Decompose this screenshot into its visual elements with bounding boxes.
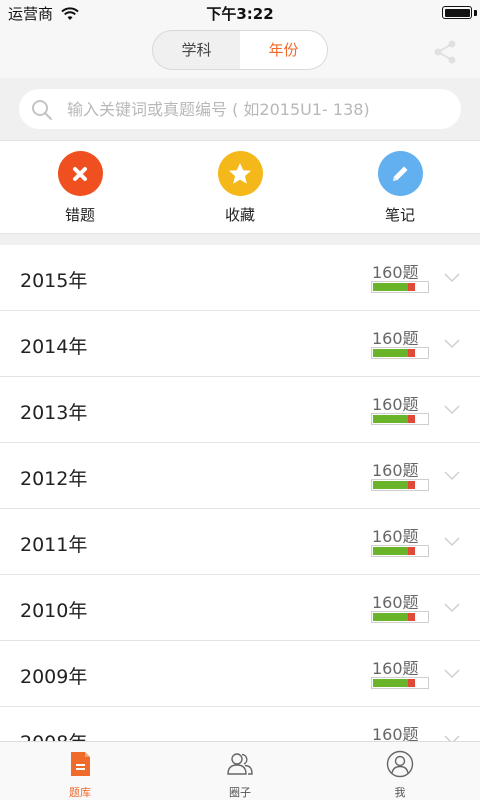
question-count: 160题 — [372, 725, 419, 741]
question-count: 160题 — [372, 461, 419, 480]
year-label: 2012年 — [20, 468, 88, 490]
year-label: 2015年 — [20, 270, 88, 292]
quick-action-favorites[interactable]: 收藏 — [195, 151, 285, 225]
chevron-down-icon[interactable] — [443, 469, 461, 481]
tab-circle[interactable]: 圈子 — [160, 742, 320, 800]
search-input[interactable] — [67, 89, 452, 129]
question-count: 160题 — [372, 329, 419, 348]
star-icon — [217, 151, 263, 196]
group-icon — [227, 753, 253, 775]
year-row[interactable]: 2013年 160题 — [0, 377, 480, 443]
year-list: 2015年 160题 2014年 160题 2013年 160题 2012年 1… — [0, 245, 480, 741]
quick-action-label: 收藏 — [224, 206, 255, 224]
year-row[interactable]: 2011年 160题 — [0, 509, 480, 575]
pencil-icon — [377, 151, 423, 196]
year-label: 2014年 — [20, 336, 88, 358]
tab-me[interactable]: 我 — [320, 742, 480, 800]
chevron-down-icon[interactable] — [443, 337, 461, 349]
segmented-control: 学科 年份 — [152, 30, 328, 70]
quick-action-wrong[interactable]: 错题 — [35, 151, 125, 225]
tab-label: 我 — [394, 786, 406, 799]
year-row[interactable]: 2009年 160题 — [0, 641, 480, 707]
search-icon — [32, 100, 52, 120]
progress-bar — [371, 479, 429, 491]
year-label: 2010年 — [20, 600, 88, 622]
year-row[interactable]: 2014年 160题 — [0, 311, 480, 377]
question-count: 160题 — [372, 659, 419, 678]
year-label: 2008年 — [20, 728, 87, 741]
progress-bar — [371, 677, 429, 689]
year-label: 2009年 — [20, 666, 88, 688]
chevron-down-icon[interactable] — [443, 601, 461, 613]
search-box[interactable] — [19, 89, 461, 129]
status-time: 下午3:22 — [206, 5, 274, 23]
quick-action-notes[interactable]: 笔记 — [355, 151, 445, 225]
segment-year[interactable]: 年份 — [240, 31, 327, 69]
section-divider — [0, 233, 480, 245]
chevron-down-icon[interactable] — [443, 733, 461, 741]
search-area — [0, 78, 480, 140]
tab-label: 圈子 — [229, 786, 251, 799]
year-row[interactable]: 2010年 160题 — [0, 575, 480, 641]
chevron-down-icon[interactable] — [443, 535, 461, 547]
question-count: 160题 — [372, 395, 419, 414]
battery-tip — [474, 10, 477, 16]
quick-action-label: 错题 — [64, 206, 95, 224]
tab-label: 题库 — [69, 786, 91, 799]
status-bar: 运营商 下午3:22 — [0, 0, 480, 24]
year-row[interactable]: 2015年 160题 — [0, 245, 480, 311]
question-count: 160题 — [372, 263, 419, 282]
progress-bar — [371, 611, 429, 623]
year-label: 2013年 — [20, 402, 88, 424]
nav-bar: 学科 年份 — [0, 24, 480, 78]
document-icon — [71, 752, 90, 776]
chevron-down-icon[interactable] — [443, 667, 461, 679]
quick-actions: 错题 收藏 笔记 — [0, 140, 480, 233]
year-row[interactable]: 2012年 160题 — [0, 443, 480, 509]
chevron-down-icon[interactable] — [443, 271, 461, 283]
tab-question-bank[interactable]: 题库 — [0, 742, 160, 800]
battery-icon — [442, 6, 472, 19]
year-label: 2011年 — [20, 534, 88, 556]
progress-bar — [371, 413, 429, 425]
share-icon[interactable] — [432, 39, 458, 65]
segment-subject[interactable]: 学科 — [153, 31, 240, 69]
progress-bar — [371, 281, 429, 293]
question-count: 160题 — [372, 593, 419, 612]
question-count: 160题 — [372, 527, 419, 546]
close-icon — [57, 151, 103, 196]
chevron-down-icon[interactable] — [443, 403, 461, 415]
year-row[interactable]: 2008年 160题 — [0, 707, 480, 741]
progress-bar — [371, 347, 429, 359]
quick-action-label: 笔记 — [384, 206, 415, 224]
tab-bar: 题库 圈子 我 — [0, 741, 480, 800]
progress-bar — [371, 545, 429, 557]
user-icon — [386, 750, 414, 778]
